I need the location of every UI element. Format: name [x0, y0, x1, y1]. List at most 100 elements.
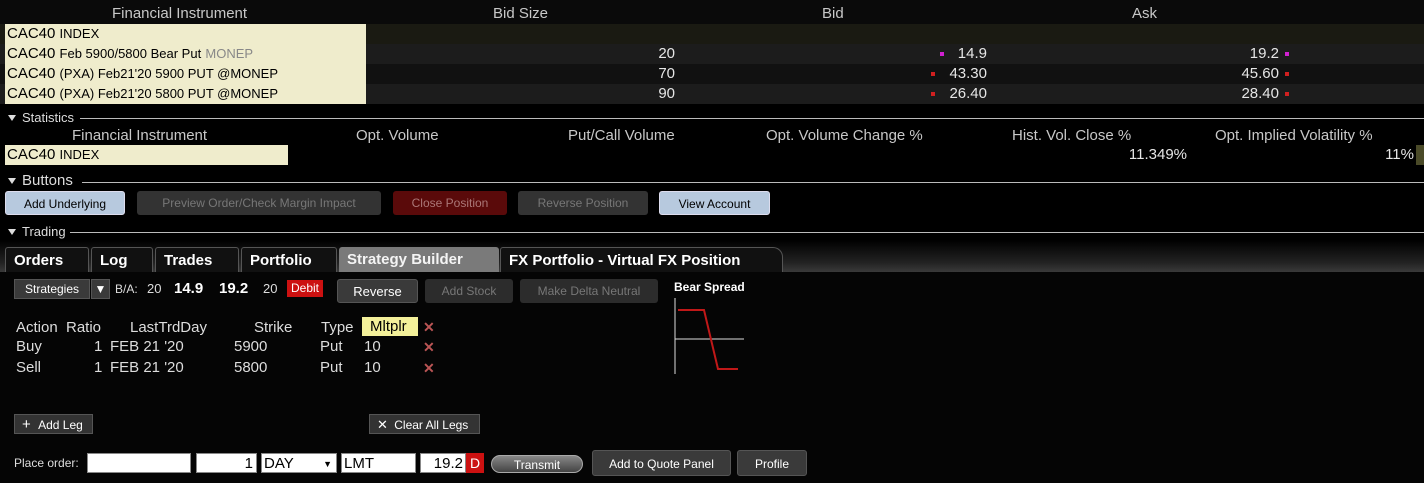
divider	[82, 182, 1424, 183]
bid-size: 20	[147, 281, 162, 296]
strategies-dropdown[interactable]: Strategies	[14, 279, 90, 299]
buttons-section-header[interactable]: Buttons	[0, 172, 1424, 190]
limit-price-field[interactable]: 19.2	[420, 453, 466, 473]
leg-strike: 5800	[234, 359, 268, 376]
ask-value: 45.60	[1241, 65, 1279, 82]
instrument-cell[interactable]: CAC40 Feb 5900/5800 Bear Put MONEP	[5, 44, 366, 64]
make-delta-neutral-button[interactable]: Make Delta Neutral	[520, 279, 658, 303]
ask-size: 20	[263, 281, 278, 296]
legs-header-mltplr[interactable]: Mltplr	[362, 317, 418, 336]
preview-order-button[interactable]: Preview Order/Check Margin Impact	[137, 191, 381, 215]
instrument-detail: (PXA) Feb21'20 5800 PUT @MONEP	[59, 86, 279, 101]
order-type-field[interactable]: LMT	[341, 453, 416, 473]
instrument-cell[interactable]: CAC40 (PXA) Feb21'20 5900 PUT @MONEP	[5, 64, 366, 84]
exchange: MONEP	[205, 46, 254, 61]
divider	[80, 118, 1424, 119]
bid-size-value: 90	[658, 85, 675, 102]
col-header-implied-vol: Opt. Implied Volatility %	[1215, 127, 1373, 144]
legs-header-action: Action	[16, 319, 58, 336]
ask-marker	[1285, 72, 1289, 76]
add-stock-button[interactable]: Add Stock	[425, 279, 513, 303]
add-to-quote-panel-button[interactable]: Add to Quote Panel	[592, 450, 731, 476]
quantity-field[interactable]: 1	[196, 453, 257, 473]
close-position-button[interactable]: Close Position	[393, 191, 507, 215]
symbol: CAC40	[7, 25, 56, 42]
instrument-cell[interactable]: CAC40 (PXA) Feb21'20 5800 PUT @MONEP	[5, 84, 366, 104]
symbol: CAC40	[7, 85, 56, 102]
strategies-dropdown-arrow-icon[interactable]: ▼	[91, 279, 110, 299]
plus-icon: +	[22, 416, 31, 433]
quote-row[interactable]: CAC40 Feb 5900/5800 Bear Put MONEP 20 14…	[0, 44, 1424, 64]
legs-header-ratio: Ratio	[66, 319, 102, 336]
col-header-volume-change: Opt. Volume Change %	[766, 127, 923, 144]
transmit-button[interactable]: Transmit	[491, 455, 583, 473]
chart-title: Bear Spread	[674, 280, 745, 294]
profile-button[interactable]: Profile	[737, 450, 807, 476]
add-leg-label: Add Leg	[38, 418, 83, 432]
legs-header-strike: Strike	[254, 319, 293, 336]
reverse-position-button[interactable]: Reverse Position	[518, 191, 648, 215]
collapse-triangle-icon[interactable]	[8, 115, 16, 121]
col-header-bid-size: Bid Size	[493, 5, 549, 22]
leg-last-day: FEB 21 '20	[110, 338, 184, 355]
trading-section-header[interactable]: Trading	[0, 224, 1424, 240]
instrument-detail: Feb 5900/5800 Bear Put	[59, 46, 202, 61]
legs-header-lasttrdday: LastTrdDay	[130, 319, 207, 336]
collapse-triangle-icon[interactable]	[8, 178, 16, 184]
quote-row[interactable]: CAC40 (PXA) Feb21'20 5800 PUT @MONEP 90 …	[0, 84, 1424, 104]
tab-trades[interactable]: Trades	[155, 247, 239, 272]
leg-multiplier: 10	[364, 359, 381, 376]
quote-header: Financial Instrument Bid Size Bid Ask	[0, 0, 1424, 24]
statistics-row[interactable]: CAC40 INDEX 11.349% 11%	[0, 145, 1424, 165]
quote-row[interactable]: CAC40 INDEX	[0, 24, 1424, 44]
tif-select[interactable]: DAY ▼	[261, 453, 337, 473]
leg-action: Buy	[16, 338, 42, 355]
instrument-cell[interactable]: CAC40 INDEX	[5, 145, 288, 165]
implied-vol-value: 11%	[1385, 146, 1414, 163]
tab-fx-portfolio[interactable]: FX Portfolio - Virtual FX Position	[500, 247, 783, 272]
quote-row[interactable]: CAC40 (PXA) Feb21'20 5900 PUT @MONEP 70 …	[0, 64, 1424, 84]
col-header-hist-vol: Hist. Vol. Close %	[1012, 127, 1132, 144]
section-title: Trading	[22, 224, 66, 239]
instrument-detail: INDEX	[59, 26, 100, 41]
add-leg-button[interactable]: + Add Leg	[14, 414, 93, 434]
col-header-instrument: Financial Instrument	[112, 5, 248, 22]
instrument-cell[interactable]: CAC40 INDEX	[5, 24, 366, 44]
view-account-button[interactable]: View Account	[659, 191, 770, 215]
tab-log[interactable]: Log	[91, 247, 153, 272]
instrument-detail: INDEX	[59, 147, 100, 162]
section-title: Buttons	[22, 172, 73, 189]
clear-all-legs-label: Clear All Legs	[394, 418, 469, 432]
symbol: CAC40	[7, 65, 56, 82]
tab-portfolio[interactable]: Portfolio	[241, 247, 337, 272]
hist-vol-value: 11.349%	[1128, 146, 1187, 163]
reverse-button[interactable]: Reverse	[337, 279, 418, 303]
ask-value: 28.40	[1241, 85, 1279, 102]
account-field[interactable]	[87, 453, 191, 473]
divider	[70, 232, 1424, 233]
tif-value: DAY	[264, 455, 294, 472]
ba-label: B/A:	[115, 282, 138, 296]
tab-strategy-builder[interactable]: Strategy Builder	[339, 247, 499, 272]
leg-action: Sell	[16, 359, 42, 376]
collapse-triangle-icon[interactable]	[8, 229, 16, 235]
symbol: CAC40	[7, 45, 56, 62]
remove-leg-x-icon[interactable]: ✕	[423, 339, 435, 356]
instrument-detail: (PXA) Feb21'20 5900 PUT @MONEP	[59, 66, 279, 81]
clear-all-legs-button[interactable]: ✕ Clear All Legs	[369, 414, 480, 434]
ask-price: 19.2	[219, 280, 249, 297]
remove-column-x-icon[interactable]: ✕	[423, 319, 435, 336]
price-flag-badge[interactable]: D	[466, 453, 484, 473]
statistics-section-header[interactable]: Statistics	[0, 110, 1424, 126]
col-header-opt-volume: Opt. Volume	[356, 127, 439, 144]
statistics-headers: Financial Instrument Opt. Volume Put/Cal…	[0, 127, 1424, 145]
col-header-bid: Bid	[822, 5, 844, 22]
remove-leg-x-icon[interactable]: ✕	[423, 360, 435, 377]
legs-header-type: Type	[321, 319, 354, 336]
dropdown-arrow-icon: ▼	[323, 459, 332, 469]
tab-orders[interactable]: Orders	[5, 247, 89, 272]
cell-edge	[1416, 145, 1424, 165]
add-underlying-button[interactable]: Add Underlying	[5, 191, 125, 215]
bid-value: 26.40	[949, 85, 987, 102]
leg-type: Put	[320, 338, 343, 355]
